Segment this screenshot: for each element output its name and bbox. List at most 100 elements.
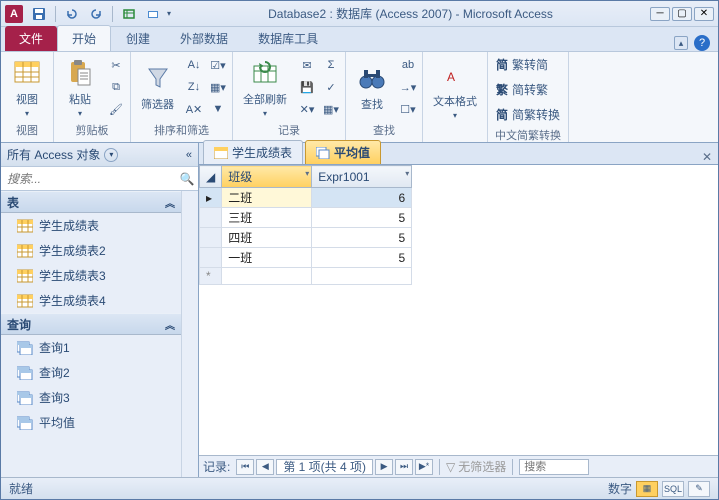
new-record-row[interactable]: * <box>200 268 412 285</box>
group-find: 查找 ab →▾ ☐▾ 查找 <box>346 52 423 142</box>
delete-record-icon[interactable]: ✕▾ <box>297 99 317 119</box>
prev-record-button[interactable]: ◀ <box>256 459 274 475</box>
ribbon: 视图 ▾ 视图 粘贴 ▾ ✂ ⧉ 🖌 剪贴板 <box>1 51 718 143</box>
row-selector[interactable] <box>200 208 222 228</box>
goto-icon[interactable]: →▾ <box>398 77 418 97</box>
more-records-icon[interactable]: ▦▾ <box>321 99 341 119</box>
replace-icon[interactable]: ab <box>398 55 418 75</box>
document-area: 学生成绩表 平均值 ✕ ◢ 班级▾ Expr1001▾ ▸二班6 三班5 <box>199 143 718 477</box>
save-icon[interactable] <box>29 5 49 23</box>
cut-icon[interactable]: ✂ <box>106 55 126 75</box>
last-record-button[interactable]: ⏭ <box>395 459 413 475</box>
record-position-box[interactable]: 第 1 项(共 4 项) <box>276 459 373 475</box>
column-header[interactable]: Expr1001▾ <box>312 166 412 188</box>
status-bar: 就绪 数字 ▦ SQL ✎ <box>1 477 718 499</box>
nav-query-item[interactable]: 查询2 <box>1 360 181 385</box>
tab-database-tools[interactable]: 数据库工具 <box>243 25 333 51</box>
sql-view-button[interactable]: SQL <box>662 481 684 497</box>
toggle-filter-icon[interactable]: ▼ <box>208 99 228 119</box>
nav-collapse-icon[interactable]: « <box>186 149 192 161</box>
undo-icon[interactable] <box>62 5 82 23</box>
refresh-all-button[interactable]: 全部刷新 ▾ <box>237 55 293 120</box>
doc-tab-table[interactable]: 学生成绩表 <box>203 140 303 164</box>
redo-icon[interactable] <box>86 5 106 23</box>
minimize-button[interactable]: ─ <box>650 7 670 21</box>
query-icon <box>17 366 33 380</box>
datasheet-view-button[interactable]: ▦ <box>636 481 658 497</box>
datasheet-view[interactable]: ◢ 班级▾ Expr1001▾ ▸二班6 三班5 四班5 一班5 * <box>199 165 718 455</box>
nav-table-item[interactable]: 学生成绩表2 <box>1 238 181 263</box>
find-button[interactable]: 查找 <box>350 60 394 114</box>
nav-table-item[interactable]: 学生成绩表 <box>1 213 181 238</box>
nav-search-input[interactable] <box>1 167 176 190</box>
nav-pane-header[interactable]: 所有 Access 对象 ▾ « <box>1 143 198 167</box>
tab-home[interactable]: 开始 <box>57 25 111 51</box>
totals-icon[interactable]: Σ <box>321 55 341 75</box>
select-all-cell[interactable]: ◢ <box>200 166 222 188</box>
group-records: 全部刷新 ▾ ✉ 💾 ✕▾ Σ ✓ ▦▾ 记录 <box>233 52 346 142</box>
filter-button[interactable]: 筛选器 <box>135 60 180 114</box>
row-selector[interactable]: * <box>200 268 222 285</box>
chinese-convert-button[interactable]: 简简繁转换 <box>492 104 564 125</box>
first-record-button[interactable]: ⏮ <box>236 459 254 475</box>
clear-sort-icon[interactable]: A✕ <box>184 99 204 119</box>
doc-tab-query[interactable]: 平均值 <box>305 140 381 164</box>
sort-desc-icon[interactable]: Z↓ <box>184 77 204 97</box>
row-selector[interactable] <box>200 228 222 248</box>
nav-query-item[interactable]: 查询3 <box>1 385 181 410</box>
help-icon[interactable]: ? <box>694 35 710 51</box>
table-row[interactable]: 四班5 <box>200 228 412 248</box>
query-icon <box>17 416 33 430</box>
table-icon <box>214 147 228 159</box>
qat-btn-1[interactable] <box>119 5 139 23</box>
new-record-button[interactable]: ▶* <box>415 459 433 475</box>
nav-group-queries-header[interactable]: 查询 ︽ <box>1 313 181 335</box>
chevron-down-icon: ▾ <box>25 109 29 118</box>
record-search-input[interactable] <box>519 459 589 475</box>
paste-button[interactable]: 粘贴 ▾ <box>58 55 102 120</box>
format-painter-icon[interactable]: 🖌 <box>106 99 126 119</box>
view-button[interactable]: 视图 ▾ <box>5 55 49 120</box>
new-record-icon[interactable]: ✉ <box>297 55 317 75</box>
table-row[interactable]: 三班5 <box>200 208 412 228</box>
advanced-filter-icon[interactable]: ▦▾ <box>208 77 228 97</box>
design-view-button[interactable]: ✎ <box>688 481 710 497</box>
text-format-button[interactable]: A 文本格式 ▾ <box>427 57 483 122</box>
column-dropdown-icon[interactable]: ▾ <box>305 169 309 178</box>
close-button[interactable]: ✕ <box>694 7 714 21</box>
nav-filter-dropdown-icon[interactable]: ▾ <box>104 148 118 162</box>
nav-group-tables-header[interactable]: 表 ︽ <box>1 191 181 213</box>
qat-btn-2[interactable] <box>143 5 163 23</box>
maximize-button[interactable]: ▢ <box>672 7 692 21</box>
simp-to-trad-button[interactable]: 繁简转繁 <box>492 79 564 100</box>
copy-icon[interactable]: ⧉ <box>106 77 126 97</box>
save-record-icon[interactable]: 💾 <box>297 77 317 97</box>
nav-query-item[interactable]: 查询1 <box>1 335 181 360</box>
selection-filter-icon[interactable]: ☑▾ <box>208 55 228 75</box>
tab-external-data[interactable]: 外部数据 <box>165 25 243 51</box>
spelling-icon[interactable]: ✓ <box>321 77 341 97</box>
nav-scrollbar[interactable] <box>181 191 198 477</box>
search-icon[interactable]: 🔍 <box>176 167 198 190</box>
table-icon <box>17 294 33 308</box>
next-record-button[interactable]: ▶ <box>375 459 393 475</box>
table-row[interactable]: ▸二班6 <box>200 188 412 208</box>
nav-query-item[interactable]: 平均值 <box>1 410 181 435</box>
file-tab[interactable]: 文件 <box>5 26 57 51</box>
ribbon-tab-strip: 文件 开始 创建 外部数据 数据库工具 ▴ ? <box>1 27 718 51</box>
trad-to-simp-button[interactable]: 简繁转简 <box>492 54 564 75</box>
row-selector[interactable] <box>200 248 222 268</box>
column-header[interactable]: 班级▾ <box>222 166 312 188</box>
record-nav-label: 记录: <box>203 458 230 475</box>
row-selector[interactable]: ▸ <box>200 188 222 208</box>
select-icon[interactable]: ☐▾ <box>398 99 418 119</box>
table-row[interactable]: 一班5 <box>200 248 412 268</box>
sort-asc-icon[interactable]: A↓ <box>184 55 204 75</box>
doc-close-icon[interactable]: ✕ <box>696 150 718 164</box>
table-icon <box>17 269 33 283</box>
column-dropdown-icon[interactable]: ▾ <box>405 169 409 178</box>
tab-create[interactable]: 创建 <box>111 25 165 51</box>
nav-table-item[interactable]: 学生成绩表4 <box>1 288 181 313</box>
ribbon-minimize-icon[interactable]: ▴ <box>674 36 688 50</box>
nav-table-item[interactable]: 学生成绩表3 <box>1 263 181 288</box>
